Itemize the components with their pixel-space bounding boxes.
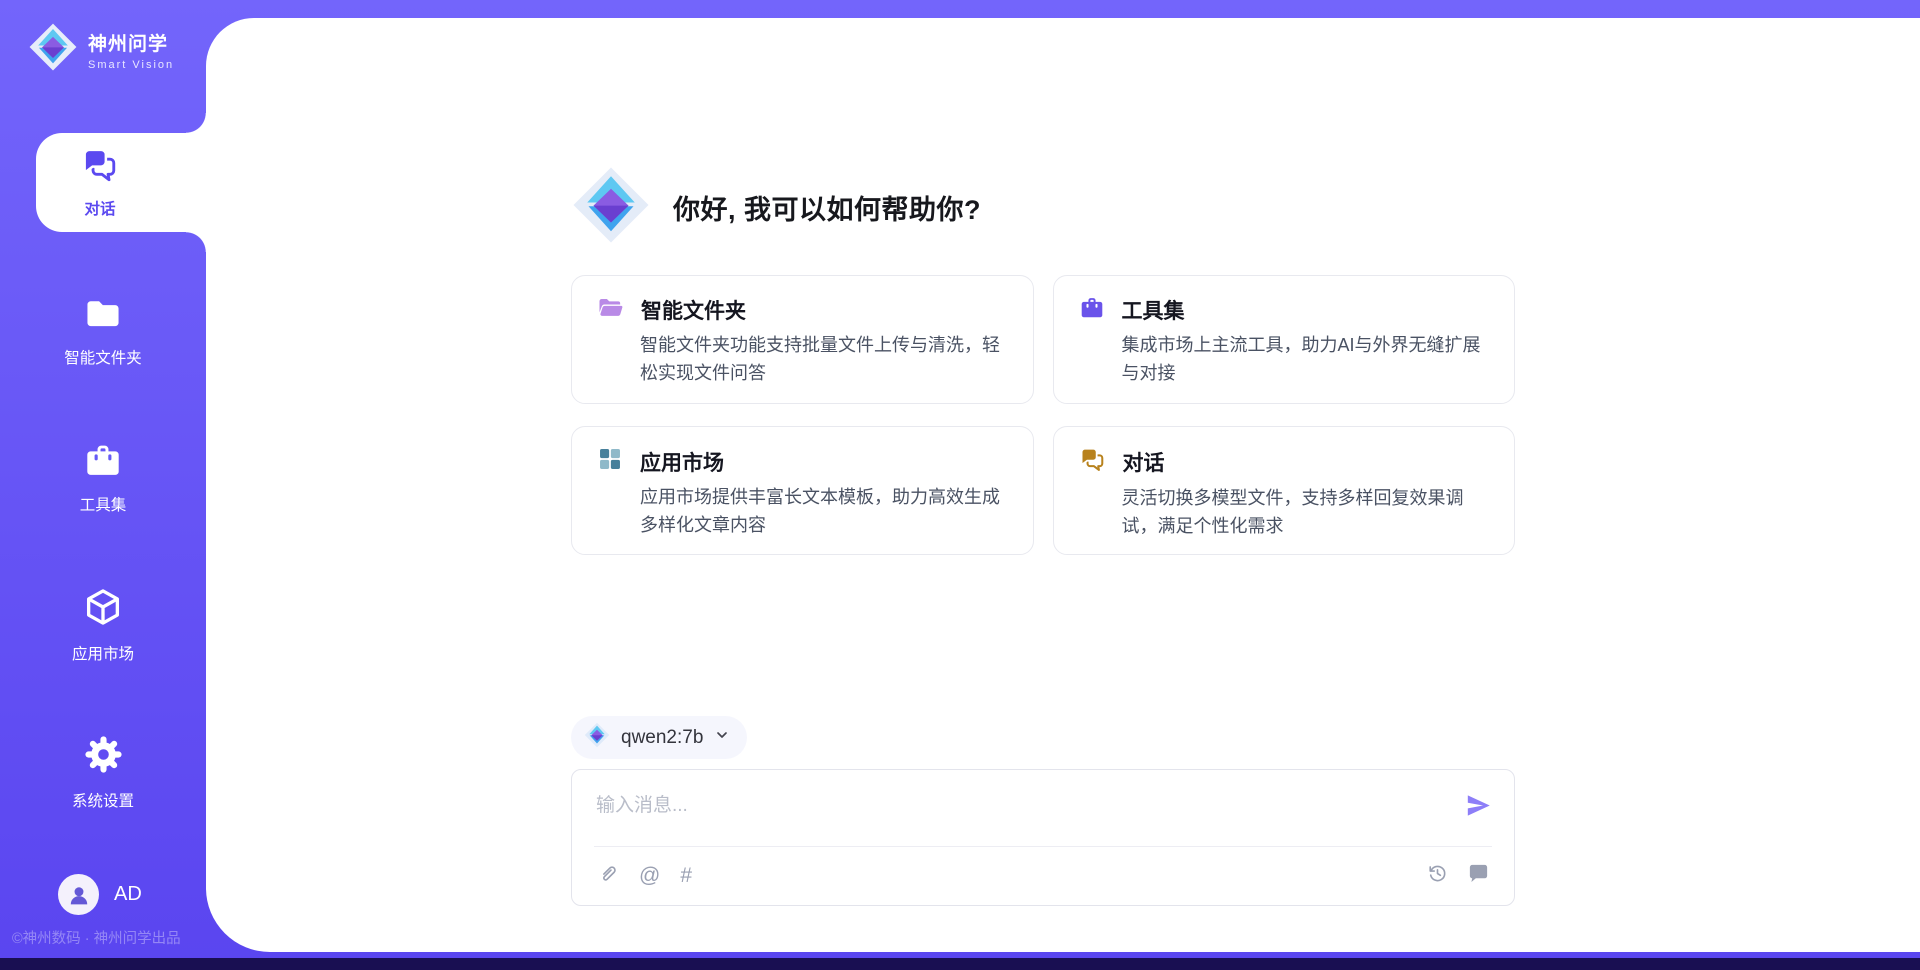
user-profile[interactable]: AD (58, 874, 142, 915)
mention-icon[interactable]: @ (639, 864, 660, 888)
sidebar-item-smart-folder[interactable]: 智能文件夹 (0, 296, 206, 368)
person-icon (66, 882, 92, 908)
message-input[interactable] (596, 788, 1416, 824)
card-toolset[interactable]: 工具集 集成市场上主流工具，助力AI与外界无缝扩展与对接 (1053, 275, 1516, 404)
sidebar-item-settings[interactable]: 系统设置 (0, 734, 206, 811)
paperclip-icon[interactable] (596, 862, 619, 890)
greeting-block: 你好, 我可以如何帮助你? (571, 165, 981, 250)
sidebar-item-label: 对话 (84, 197, 115, 219)
sidebar-item-toolset[interactable]: 工具集 (0, 441, 206, 515)
chevron-down-icon (714, 727, 730, 748)
message-icon[interactable] (1467, 862, 1490, 890)
model-name: qwen2:7b (621, 727, 703, 749)
sidebar-item-app-market[interactable]: 应用市场 (0, 586, 206, 664)
main-panel: 你好, 我可以如何帮助你? 智能文件夹 智能文件夹功能支持批量文件上传与清洗，轻… (206, 18, 1920, 952)
card-smart-folder[interactable]: 智能文件夹 智能文件夹功能支持批量文件上传与清洗，轻松实现文件问答 (571, 275, 1034, 404)
sidebar: 神州问学 Smart Vision 对话 智能文件夹 (0, 0, 206, 970)
composer-divider (594, 846, 1492, 847)
card-title: 智能文件夹 (641, 295, 746, 325)
copyright-footer: ©神州数码 · 神州问学出品 (12, 927, 181, 948)
assistant-diamond-icon (571, 165, 651, 250)
chat-home-content: 你好, 我可以如何帮助你? 智能文件夹 智能文件夹功能支持批量文件上传与清洗，轻… (571, 18, 1515, 952)
app-window: 神州问学 Smart Vision 对话 智能文件夹 (0, 0, 1920, 970)
card-description: 智能文件夹功能支持批量文件上传与清洗，轻松实现文件问答 (640, 331, 1008, 387)
tab-flare-bottom (186, 232, 206, 252)
composer-tools: @ # (596, 862, 692, 890)
bottom-strip (0, 958, 1920, 970)
card-description: 应用市场提供丰富长文本模板，助力高效生成多样化文章内容 (640, 483, 1008, 539)
card-title: 工具集 (1122, 295, 1185, 325)
card-description: 集成市场上主流工具，助力AI与外界无缝扩展与对接 (1122, 331, 1490, 387)
model-selector[interactable]: qwen2:7b (571, 716, 747, 759)
cube-icon (82, 586, 124, 633)
card-description: 灵活切换多模型文件，支持多样回复效果调试，满足个性化需求 (1122, 484, 1490, 540)
avatar (58, 874, 99, 915)
card-title: 对话 (1123, 447, 1165, 477)
hash-icon[interactable]: # (680, 864, 692, 888)
briefcase-icon (83, 441, 123, 484)
card-app-market[interactable]: 应用市场 应用市场提供丰富长文本模板，助力高效生成多样化文章内容 (571, 426, 1034, 555)
feature-cards: 智能文件夹 智能文件夹功能支持批量文件上传与清洗，轻松实现文件问答 (571, 275, 1515, 555)
brand-subtitle: Smart Vision (88, 59, 174, 71)
sidebar-item-label: 工具集 (80, 493, 127, 515)
composer-right-tools (1426, 862, 1490, 890)
brand-name: 神州问学 (88, 29, 174, 56)
message-composer: @ # (571, 769, 1515, 906)
folder-open-icon (597, 295, 624, 325)
sidebar-item-chat[interactable]: 对话 (36, 133, 206, 232)
chat-icon (81, 146, 119, 189)
history-icon[interactable] (1426, 862, 1449, 890)
card-title: 应用市场 (640, 447, 724, 477)
brand-diamond-icon (28, 22, 78, 77)
model-diamond-icon (584, 722, 610, 753)
grid-icon (597, 446, 623, 477)
briefcase-icon (1079, 295, 1105, 325)
sidebar-item-label: 系统设置 (72, 789, 134, 811)
gear-icon (83, 734, 124, 780)
card-chat[interactable]: 对话 灵活切换多模型文件，支持多样回复效果调试，满足个性化需求 (1053, 426, 1516, 555)
folder-icon (83, 296, 123, 337)
sidebar-item-label: 应用市场 (72, 642, 134, 664)
user-initials: AD (114, 883, 142, 906)
chat-icon (1079, 446, 1106, 478)
tab-flare-top (186, 113, 206, 133)
sidebar-item-label: 智能文件夹 (64, 346, 142, 368)
send-icon[interactable] (1465, 792, 1492, 819)
brand-logo-block: 神州问学 Smart Vision (28, 22, 174, 77)
greeting-title: 你好, 我可以如何帮助你? (673, 188, 981, 227)
